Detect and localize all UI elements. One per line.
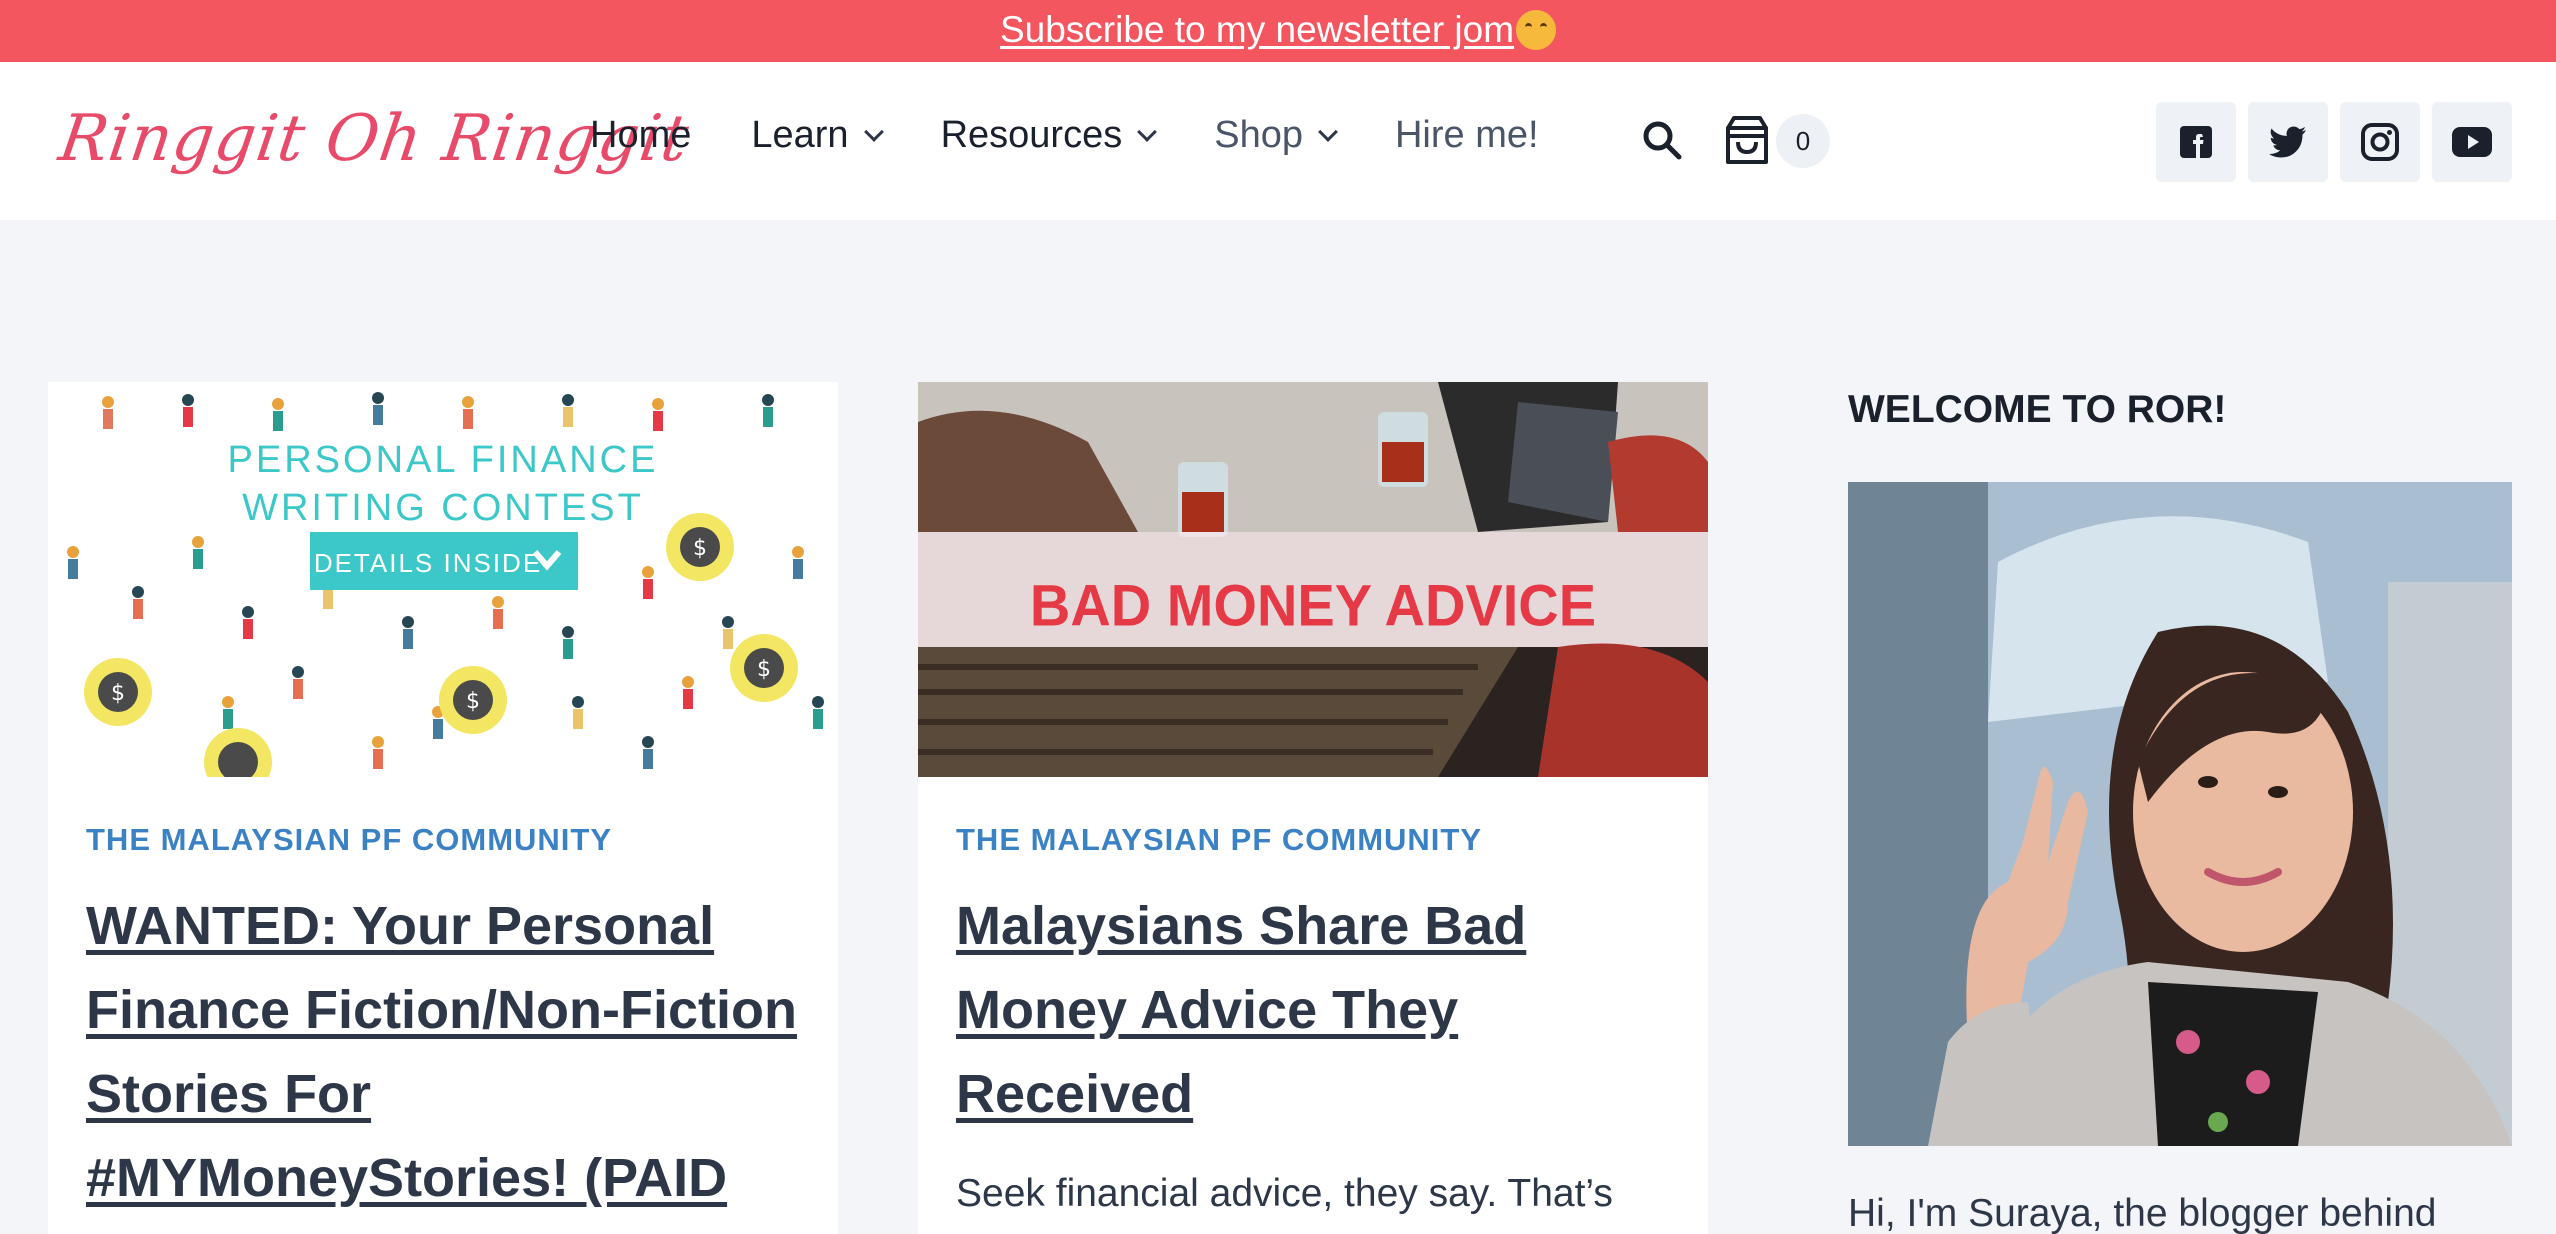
svg-text:$: $ — [757, 657, 771, 682]
post-thumbnail-writing-contest[interactable]: $ $ $ $ PERSONAL FINANCE WRITING CONTEST… — [48, 382, 838, 777]
chevron-down-icon[interactable] — [863, 121, 884, 142]
nav-item-label[interactable]: Shop — [1214, 114, 1303, 157]
shopping-bag-icon[interactable] — [1722, 114, 1772, 166]
nav-item-label[interactable]: Home — [590, 114, 691, 157]
contest-heading-line2: WRITING CONTEST — [242, 487, 644, 529]
post-card[interactable]: BAD MONEY ADVICE THE MALAYSIAN PF COMMUN… — [918, 382, 1708, 1234]
nav-item-resources[interactable]: Resources — [941, 114, 1158, 157]
instagram-icon[interactable] — [2340, 102, 2420, 182]
hugging-face-emoji-icon — [1516, 9, 1557, 50]
main-nav: Home Learn Resources Shop Hire me! — [590, 114, 1599, 157]
youtube-icon[interactable] — [2432, 102, 2512, 182]
post-title-link[interactable]: Malaysians Share Bad Money Advice They R… — [956, 884, 1676, 1136]
announcement-bar: Subscribe to my newsletter jom — [0, 0, 2556, 62]
nav-item-label[interactable]: Hire me! — [1395, 114, 1539, 157]
nav-item-learn[interactable]: Learn — [751, 114, 884, 157]
contest-heading-line1: PERSONAL FINANCE — [228, 439, 659, 481]
welcome-intro-text: Hi, I'm Suraya, the blogger behind — [1848, 1192, 2437, 1234]
nav-item-shop[interactable]: Shop — [1214, 114, 1338, 157]
bad-money-advice-banner: BAD MONEY ADVICE — [1030, 573, 1596, 639]
newsletter-link-text[interactable]: Subscribe to my newsletter jom — [1000, 9, 1514, 50]
details-inside-badge: DETAILS INSIDE — [314, 548, 542, 578]
svg-text:$: $ — [111, 681, 125, 706]
twitter-icon[interactable] — [2248, 102, 2328, 182]
nav-item-label[interactable]: Resources — [941, 114, 1123, 157]
author-photo — [1848, 482, 2512, 1146]
post-thumbnail-bad-money-advice[interactable]: BAD MONEY ADVICE — [918, 382, 1708, 777]
chevron-down-icon[interactable] — [1137, 121, 1158, 142]
svg-text:$: $ — [466, 689, 480, 714]
site-header: Ringgit Oh Ringgit Home Learn Resources … — [0, 62, 2556, 220]
nav-item-home[interactable]: Home — [590, 114, 691, 157]
newsletter-link[interactable]: Subscribe to my newsletter jom — [1000, 9, 1557, 52]
welcome-widget-title: WELCOME TO ROR! — [1848, 388, 2227, 431]
cart-count-badge[interactable]: 0 — [1776, 114, 1830, 168]
post-excerpt: Seek financial advice, they say. That’s — [956, 1172, 1613, 1215]
post-category-link[interactable]: THE MALAYSIAN PF COMMUNITY — [956, 822, 1482, 858]
nav-item-hire-me[interactable]: Hire me! — [1395, 114, 1539, 157]
post-category-link[interactable]: THE MALAYSIAN PF COMMUNITY — [86, 822, 612, 858]
post-title-link[interactable]: WANTED: Your Personal Finance Fiction/No… — [86, 884, 806, 1220]
chevron-down-icon[interactable] — [1318, 121, 1338, 142]
search-icon[interactable] — [1640, 118, 1684, 162]
post-card[interactable]: $ $ $ $ PERSONAL FINANCE WRITING CONTEST… — [48, 382, 838, 1234]
svg-text:$: $ — [693, 536, 707, 561]
nav-item-label[interactable]: Learn — [751, 114, 848, 157]
facebook-icon[interactable] — [2156, 102, 2236, 182]
